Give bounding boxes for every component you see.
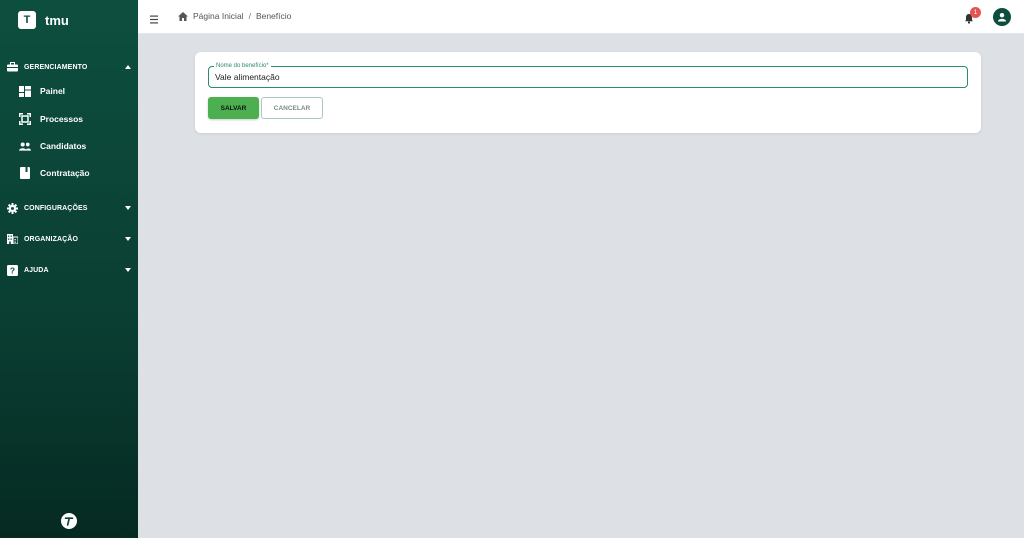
help-icon: ? — [7, 264, 18, 276]
gear-icon — [7, 202, 18, 214]
sidebar-item-candidatos[interactable]: Candidatos — [0, 137, 138, 155]
breadcrumb-home-link[interactable]: Página Inicial — [193, 11, 244, 21]
book-icon — [19, 167, 31, 179]
chevron-down-icon — [125, 267, 131, 273]
people-icon — [19, 140, 31, 152]
chevron-down-icon — [125, 205, 131, 211]
brand-name: tmu — [45, 12, 69, 28]
topbar: Página Inicial / Benefício 1 — [138, 0, 1024, 34]
benefit-name-label: Nome do benefício* — [214, 62, 271, 70]
dashboard-icon — [19, 85, 31, 97]
sidebar: T tmu GERENCIAMENTO Painel Processos Can… — [0, 0, 138, 538]
breadcrumb-current: Benefício — [255, 11, 292, 21]
building-icon — [7, 234, 18, 245]
sidebar-section-label: AJUDA — [24, 266, 49, 274]
process-icon — [19, 113, 31, 125]
sidebar-item-processos[interactable]: Processos — [0, 110, 138, 128]
benefit-name-input[interactable] — [215, 70, 955, 84]
chevron-down-icon — [125, 236, 131, 242]
breadcrumb: Página Inicial / Benefício — [178, 11, 291, 21]
brand-logo: T — [18, 11, 36, 29]
sidebar-item-label: Contratação — [40, 168, 90, 178]
sidebar-section-label: CONFIGURAÇÕES — [24, 204, 88, 212]
briefcase-icon — [7, 62, 18, 73]
sidebar-section-configuracoes[interactable]: CONFIGURAÇÕES — [0, 200, 138, 216]
notification-badge: 1 — [970, 7, 981, 18]
home-icon[interactable] — [178, 11, 188, 21]
sidebar-section-organizacao[interactable]: ORGANIZAÇÃO — [0, 231, 138, 247]
breadcrumb-separator: / — [248, 11, 251, 21]
menu-icon[interactable] — [150, 11, 160, 24]
cancel-button[interactable]: CANCELAR — [261, 97, 323, 119]
sidebar-item-label: Painel — [40, 86, 66, 96]
benefit-name-field: Nome do benefício* — [208, 62, 968, 88]
svg-text:?: ? — [10, 265, 15, 275]
save-button[interactable]: SALVAR — [208, 97, 259, 119]
sidebar-section-label: ORGANIZAÇÃO — [24, 235, 78, 243]
sidebar-item-contratacao[interactable]: Contratação — [0, 164, 138, 182]
benefit-form-card: Nome do benefício* SALVAR CANCELAR — [195, 52, 981, 133]
chevron-up-icon — [125, 64, 131, 70]
footer-logo-icon — [61, 513, 77, 529]
sidebar-item-label: Processos — [40, 114, 83, 124]
sidebar-item-label: Candidatos — [40, 141, 87, 151]
sidebar-item-painel[interactable]: Painel — [0, 82, 138, 100]
brand[interactable]: T tmu — [18, 11, 69, 29]
sidebar-section-label: GERENCIAMENTO — [24, 63, 88, 71]
avatar[interactable] — [993, 8, 1011, 26]
sidebar-section-ajuda[interactable]: ? AJUDA — [0, 262, 138, 278]
sidebar-section-gerenciamento[interactable]: GERENCIAMENTO — [0, 59, 138, 75]
